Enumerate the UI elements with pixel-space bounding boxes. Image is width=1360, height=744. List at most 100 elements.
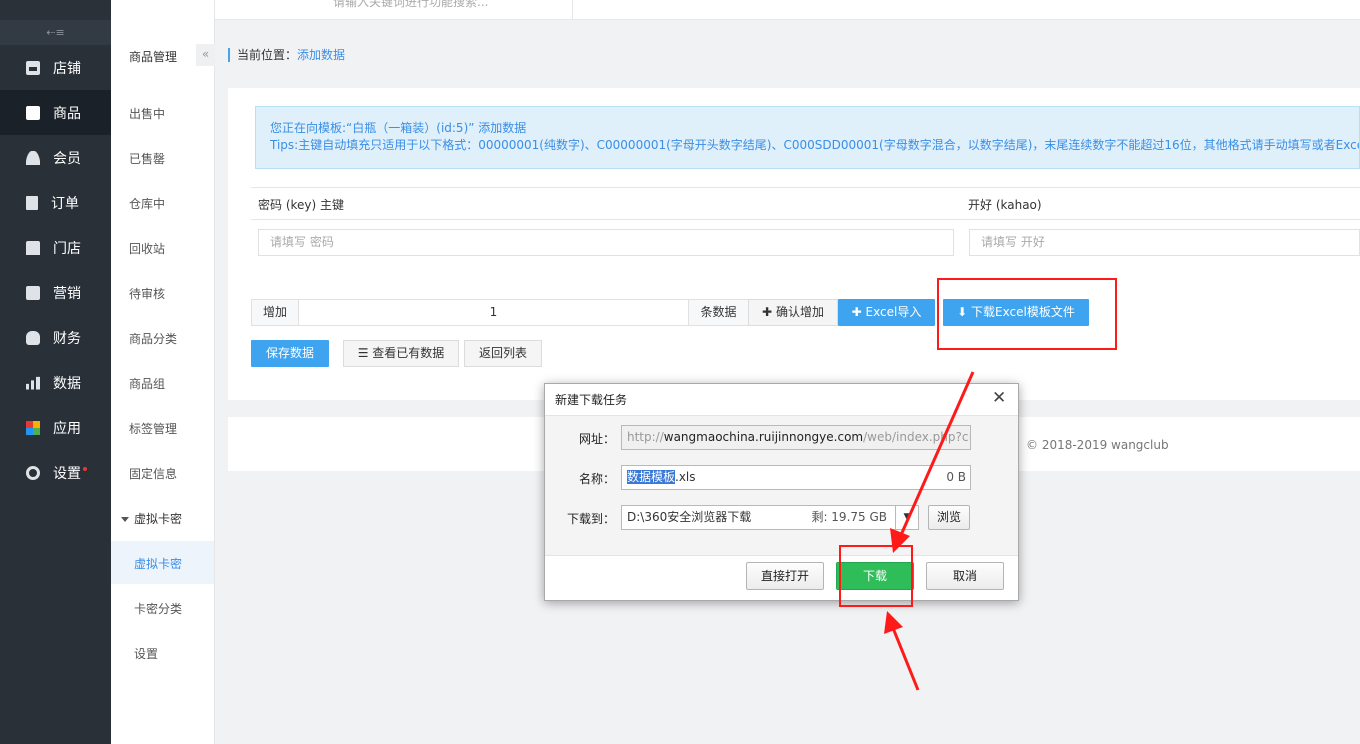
user-icon: [26, 150, 40, 165]
download-dialog: 新建下载任务 ✕ 网址： http://wangmaochina.ruijinn…: [544, 383, 1019, 601]
copyright-text: © 2018-2019 wangclub: [1026, 438, 1169, 452]
view-data-button[interactable]: ☰ 查看已有数据: [343, 340, 459, 367]
gift-icon: [26, 285, 40, 300]
annotation-box-download-template: [937, 278, 1117, 350]
dialog-title: 新建下载任务: [555, 393, 628, 407]
url-label: 网址：: [578, 432, 615, 446]
key-input-placeholder: 请填写 密码: [270, 235, 334, 249]
sub-item-card-category[interactable]: 卡密分类: [134, 600, 182, 617]
goods-icon: [26, 105, 40, 120]
tips-line-format: Tips:主键自动填充只适用于以下格式：00000001(纯数字)、C00000…: [270, 138, 1360, 152]
sub-item-virtual-card[interactable]: 虚拟卡密: [134, 555, 182, 572]
sub-item-recycle[interactable]: 回收站: [129, 240, 165, 257]
sidebar-item-member[interactable]: 会员: [0, 135, 111, 180]
sub-item-settings[interactable]: 设置: [134, 645, 158, 662]
url-path: /web/index.php?c=s: [863, 430, 970, 444]
sidebar-item-label: 订单: [51, 195, 79, 212]
search-placeholder: 请输入关键词进行功能搜索...: [333, 0, 489, 9]
add-count-input[interactable]: 1: [298, 299, 689, 326]
sub-item-sold-out[interactable]: 已售罄: [129, 150, 165, 167]
sidebar-item-marketing[interactable]: 营销: [0, 270, 111, 315]
sidebar-item-order[interactable]: 订单: [0, 180, 111, 225]
tips-line-template: 您正在向模板:“白瓶（一箱装）(id:5)” 添加数据: [270, 121, 527, 135]
sidebar-item-app[interactable]: 应用: [0, 405, 111, 450]
sub-group-virtual-card[interactable]: 虚拟卡密: [121, 510, 182, 527]
arrow-up-to-download: [884, 611, 920, 691]
caret-down-icon: [121, 517, 129, 522]
sidebar-item-label: 应用: [53, 420, 81, 437]
sub-menu: 商品管理 « 出售中 已售罄 仓库中 回收站 待审核 商品分类 商品组 标签管理…: [111, 0, 215, 744]
path-dropdown-chevron-icon[interactable]: ▼: [895, 505, 919, 530]
sidebar-item-label: 数据: [53, 375, 81, 392]
sidebar-item-data[interactable]: 数据: [0, 360, 111, 405]
save-path: D:\360安全浏览器下载: [627, 510, 752, 524]
save-to-label: 下载到：: [566, 512, 615, 526]
open-directly-button[interactable]: 直接打开: [746, 562, 824, 590]
file-size: 0 B: [946, 470, 966, 484]
app-icon: [26, 420, 40, 435]
sidebar-item-label: 营销: [53, 285, 81, 302]
sidebar-item-label: 商品: [53, 105, 81, 122]
collapse-icon[interactable]: ⇠≡: [0, 20, 111, 45]
url-field: http://wangmaochina.ruijinnongye.com/web…: [621, 425, 971, 450]
column-header-kahao: 开好 (kahao): [968, 198, 1042, 212]
sidebar-item-goods[interactable]: 商品: [0, 90, 111, 135]
sidebar-top: [0, 0, 111, 20]
top-bar: 请输入关键词进行功能搜索...: [111, 0, 1360, 20]
sub-item-warehouse[interactable]: 仓库中: [129, 195, 165, 212]
cancel-button[interactable]: 取消: [926, 562, 1004, 590]
sub-item-pending[interactable]: 待审核: [129, 285, 165, 302]
close-icon[interactable]: ✕: [992, 388, 1006, 408]
browse-button[interactable]: 浏览: [928, 505, 970, 530]
excel-import-label: Excel导入: [865, 305, 922, 319]
search-input[interactable]: 请输入关键词进行功能搜索...: [215, 0, 573, 20]
breadcrumb-prefix: 当前位置：: [237, 48, 298, 62]
sub-item-fixed-info[interactable]: 固定信息: [129, 465, 177, 482]
column-header-key: 密码 (key) 主键: [258, 198, 344, 212]
table-header: 密码 (key) 主键 开好 (kahao): [251, 187, 1360, 220]
url-domain: wangmaochina.ruijinnongye.com: [663, 430, 864, 444]
sidebar-item-settings[interactable]: 设置: [0, 450, 111, 495]
sidebar-item-finance[interactable]: 财务: [0, 315, 111, 360]
sidebar-item-label: 财务: [53, 330, 81, 347]
sub-item-on-sale[interactable]: 出售中: [129, 105, 165, 122]
sidebar-item-shop[interactable]: 门店: [0, 225, 111, 270]
filename-input[interactable]: 数据模板.xls 0 B: [621, 465, 971, 490]
tips-box: 您正在向模板:“白瓶（一箱装）(id:5)” 添加数据 Tips:主键自动填充只…: [255, 106, 1360, 169]
shop-icon: [26, 240, 40, 255]
back-to-list-button[interactable]: 返回列表: [464, 340, 542, 367]
gear-icon: [26, 465, 40, 480]
main-sidebar: ⇠≡ 店铺 商品 会员 订单 门店 营销 财务 数据 应用 设置: [0, 0, 111, 744]
confirm-add-label: 确认增加: [775, 305, 824, 319]
sub-group-label: 虚拟卡密: [134, 512, 183, 526]
excel-import-button[interactable]: ✚ Excel导入: [838, 299, 935, 326]
confirm-add-button[interactable]: ✚ 确认增加: [748, 299, 838, 326]
sidebar-item-store[interactable]: 店铺: [0, 45, 111, 90]
filename-selected-text: 数据模板: [627, 470, 676, 484]
view-data-label: 查看已有数据: [372, 346, 445, 360]
sub-item-group[interactable]: 商品组: [129, 375, 165, 392]
free-space: 剩: 19.75 GB: [811, 510, 887, 524]
add-label: 增加: [251, 299, 299, 326]
kahao-input[interactable]: 请填写 开好: [969, 229, 1360, 256]
money-icon: [26, 330, 40, 345]
sidebar-item-label: 设置: [53, 465, 81, 482]
name-label: 名称：: [578, 472, 615, 486]
breadcrumb: 当前位置：添加数据: [228, 48, 345, 62]
save-data-button[interactable]: 保存数据: [251, 340, 329, 367]
order-icon: [26, 195, 38, 210]
save-path-field[interactable]: D:\360安全浏览器下载 剩: 19.75 GB: [621, 505, 896, 530]
breadcrumb-current[interactable]: 添加数据: [297, 48, 345, 62]
annotation-box-download: [839, 545, 913, 607]
sub-item-tags[interactable]: 标签管理: [129, 420, 177, 437]
add-unit-label: 条数据: [688, 299, 749, 326]
sub-item-category[interactable]: 商品分类: [129, 330, 177, 347]
key-input[interactable]: 请填写 密码: [258, 229, 954, 256]
store-icon: [26, 60, 40, 75]
dialog-body: 网址： http://wangmaochina.ruijinnongye.com…: [545, 415, 1018, 556]
sub-menu-collapse-button[interactable]: «: [196, 44, 215, 66]
url-prefix: http://: [627, 430, 664, 444]
sidebar-item-label: 店铺: [53, 60, 81, 77]
plus-icon: ✚: [851, 305, 862, 319]
list-icon: ☰: [357, 346, 369, 360]
